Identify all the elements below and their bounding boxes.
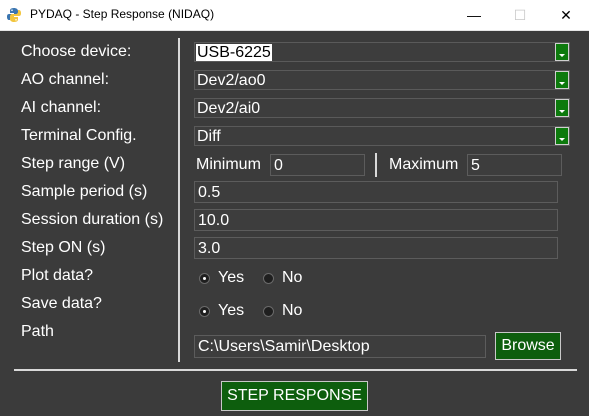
sample-period-value: 0.5 — [198, 184, 221, 201]
window-title: PYDAQ - Step Response (NIDAQ) — [30, 7, 215, 21]
ai-channel-value: Dev2/ai0 — [197, 100, 261, 117]
maximum-value: 5 — [471, 157, 480, 174]
chevron-down-icon[interactable] — [555, 127, 569, 145]
chevron-down-icon[interactable] — [555, 99, 569, 117]
maximize-button[interactable]: ☐ — [497, 0, 543, 30]
session-duration-input[interactable]: 10.0 — [194, 209, 558, 231]
terminal-config-label: Terminal Config. — [21, 127, 137, 144]
terminal-config-select[interactable]: Diff — [194, 126, 570, 146]
device-select[interactable]: USB-6225 — [194, 42, 570, 62]
chevron-down-icon[interactable] — [555, 43, 569, 61]
chevron-down-icon[interactable] — [555, 71, 569, 89]
step-on-label: Step ON (s) — [21, 239, 106, 256]
ai-channel-select[interactable]: Dev2/ai0 — [194, 98, 570, 118]
path-input[interactable]: C:\Users\Samir\Desktop — [194, 335, 486, 358]
maximum-label: Maximum — [389, 156, 459, 173]
minimum-input[interactable]: 0 — [270, 154, 365, 176]
step-range-label: Step range (V) — [21, 155, 126, 172]
maximum-input[interactable]: 5 — [467, 154, 562, 176]
session-duration-label: Session duration (s) — [21, 211, 164, 228]
save-yes-radio[interactable] — [199, 306, 210, 317]
path-value: C:\Users\Samir\Desktop — [198, 338, 370, 355]
step-range-divider — [375, 153, 377, 177]
plot-no-label[interactable]: No — [282, 269, 302, 287]
plot-yes-radio[interactable] — [199, 273, 210, 284]
device-select-value: USB-6225 — [196, 44, 272, 61]
sample-period-label: Sample period (s) — [21, 183, 148, 200]
ai-channel-label: AI channel: — [21, 99, 102, 116]
save-no-radio[interactable] — [263, 306, 274, 317]
app-window: PYDAQ - Step Response (NIDAQ) — ☐ ✕ Choo… — [0, 0, 589, 416]
sample-period-input[interactable]: 0.5 — [194, 181, 558, 203]
minimize-button[interactable]: — — [451, 0, 497, 30]
step-on-value: 3.0 — [198, 240, 221, 257]
plot-yes-label[interactable]: Yes — [218, 269, 244, 287]
footer-divider — [14, 369, 577, 371]
plot-no-radio[interactable] — [263, 273, 274, 284]
ao-channel-select[interactable]: Dev2/ao0 — [194, 70, 570, 90]
browse-button[interactable]: Browse — [495, 332, 561, 360]
step-response-button[interactable]: STEP RESPONSE — [221, 381, 368, 411]
device-label: Choose device: — [21, 43, 132, 60]
terminal-config-value: Diff — [197, 128, 221, 145]
minimum-value: 0 — [274, 157, 283, 174]
column-divider — [178, 38, 180, 362]
plot-data-label: Plot data? — [21, 267, 94, 284]
python-icon — [7, 8, 21, 22]
ao-channel-value: Dev2/ao0 — [197, 72, 266, 89]
session-duration-value: 10.0 — [198, 212, 230, 229]
step-on-input[interactable]: 3.0 — [194, 237, 558, 259]
ao-channel-label: AO channel: — [21, 71, 110, 88]
path-label: Path — [21, 323, 54, 340]
save-no-label[interactable]: No — [282, 302, 302, 320]
close-button[interactable]: ✕ — [543, 0, 589, 30]
save-yes-label[interactable]: Yes — [218, 302, 244, 320]
save-data-label: Save data? — [21, 295, 102, 312]
title-bar: PYDAQ - Step Response (NIDAQ) — ☐ ✕ — [0, 0, 589, 31]
minimum-label: Minimum — [196, 156, 261, 173]
